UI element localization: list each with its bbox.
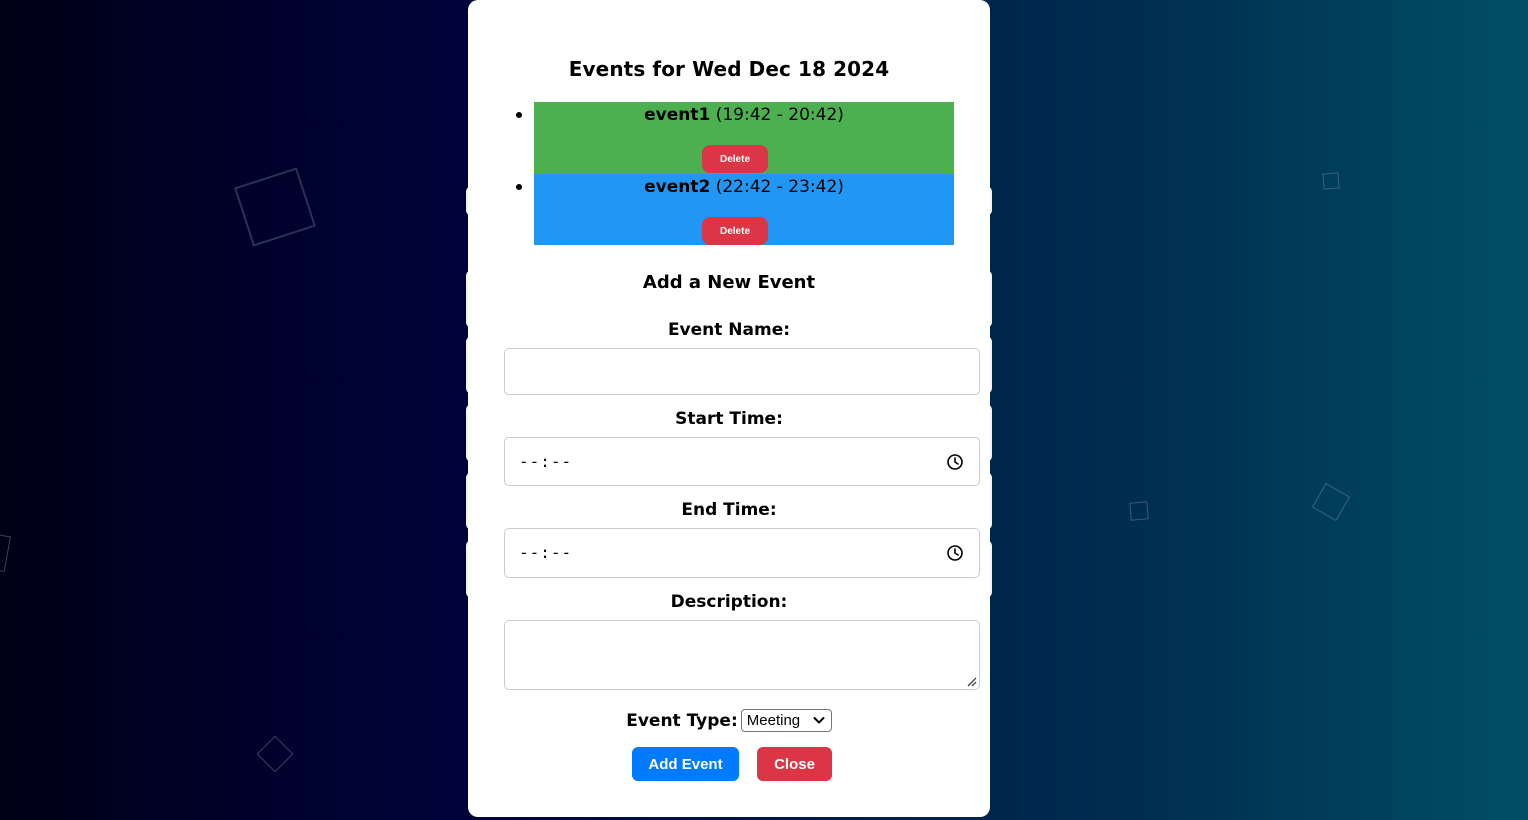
event-type-value: Meeting — [746, 712, 801, 729]
description-textarea[interactable] — [504, 620, 980, 690]
event-type-select[interactable]: Meeting — [740, 709, 832, 732]
delete-event-button[interactable]: Delete — [702, 217, 768, 245]
end-time-value: --:-- — [519, 543, 573, 562]
add-event-heading: Add a New Event — [642, 272, 816, 293]
form-actions: Add Event Close — [468, 747, 990, 781]
event-type-row: Event Type: Meeting — [468, 709, 990, 732]
event-name-input[interactable] — [504, 348, 980, 395]
event-list: event1 (19:42 - 20:42) Delete event2 (22… — [516, 102, 954, 245]
start-time-value: --:-- — [519, 452, 573, 471]
event-text: event2 (22:42 - 23:42) — [534, 177, 954, 197]
description-label: Description: — [670, 592, 788, 612]
delete-event-button[interactable]: Delete — [702, 145, 768, 173]
add-event-button[interactable]: Add Event — [632, 747, 739, 781]
decorative-square — [1129, 501, 1149, 521]
decorative-square — [234, 167, 316, 247]
event-modal: Events for Wed Dec 18 2024 event1 (19:42… — [468, 0, 990, 817]
decorative-square — [1311, 482, 1351, 522]
event-item: event2 (22:42 - 23:42) Delete — [516, 174, 954, 245]
decorative-square — [256, 735, 294, 773]
end-time-label: End Time: — [681, 500, 777, 520]
start-time-label: Start Time: — [675, 409, 783, 429]
decorative-square — [0, 532, 11, 572]
clock-icon[interactable] — [946, 453, 964, 471]
event-name: event2 — [644, 177, 711, 197]
event-name: event1 — [644, 105, 711, 125]
chevron-down-icon — [813, 717, 825, 724]
close-button[interactable]: Close — [757, 747, 832, 781]
event-time: (22:42 - 23:42) — [715, 177, 844, 197]
event-item: event1 (19:42 - 20:42) Delete — [516, 102, 954, 174]
event-name-label: Event Name: — [667, 320, 791, 340]
modal-title: Events for Wed Dec 18 2024 — [568, 57, 890, 81]
decorative-square — [1322, 172, 1340, 190]
event-type-label: Event Type: — [626, 710, 738, 731]
start-time-input[interactable]: --:-- — [504, 437, 980, 486]
event-text: event1 (19:42 - 20:42) — [534, 105, 954, 125]
resize-handle-icon[interactable] — [965, 675, 977, 687]
clock-icon[interactable] — [946, 544, 964, 562]
event-time: (19:42 - 20:42) — [715, 105, 844, 125]
end-time-input[interactable]: --:-- — [504, 528, 980, 578]
